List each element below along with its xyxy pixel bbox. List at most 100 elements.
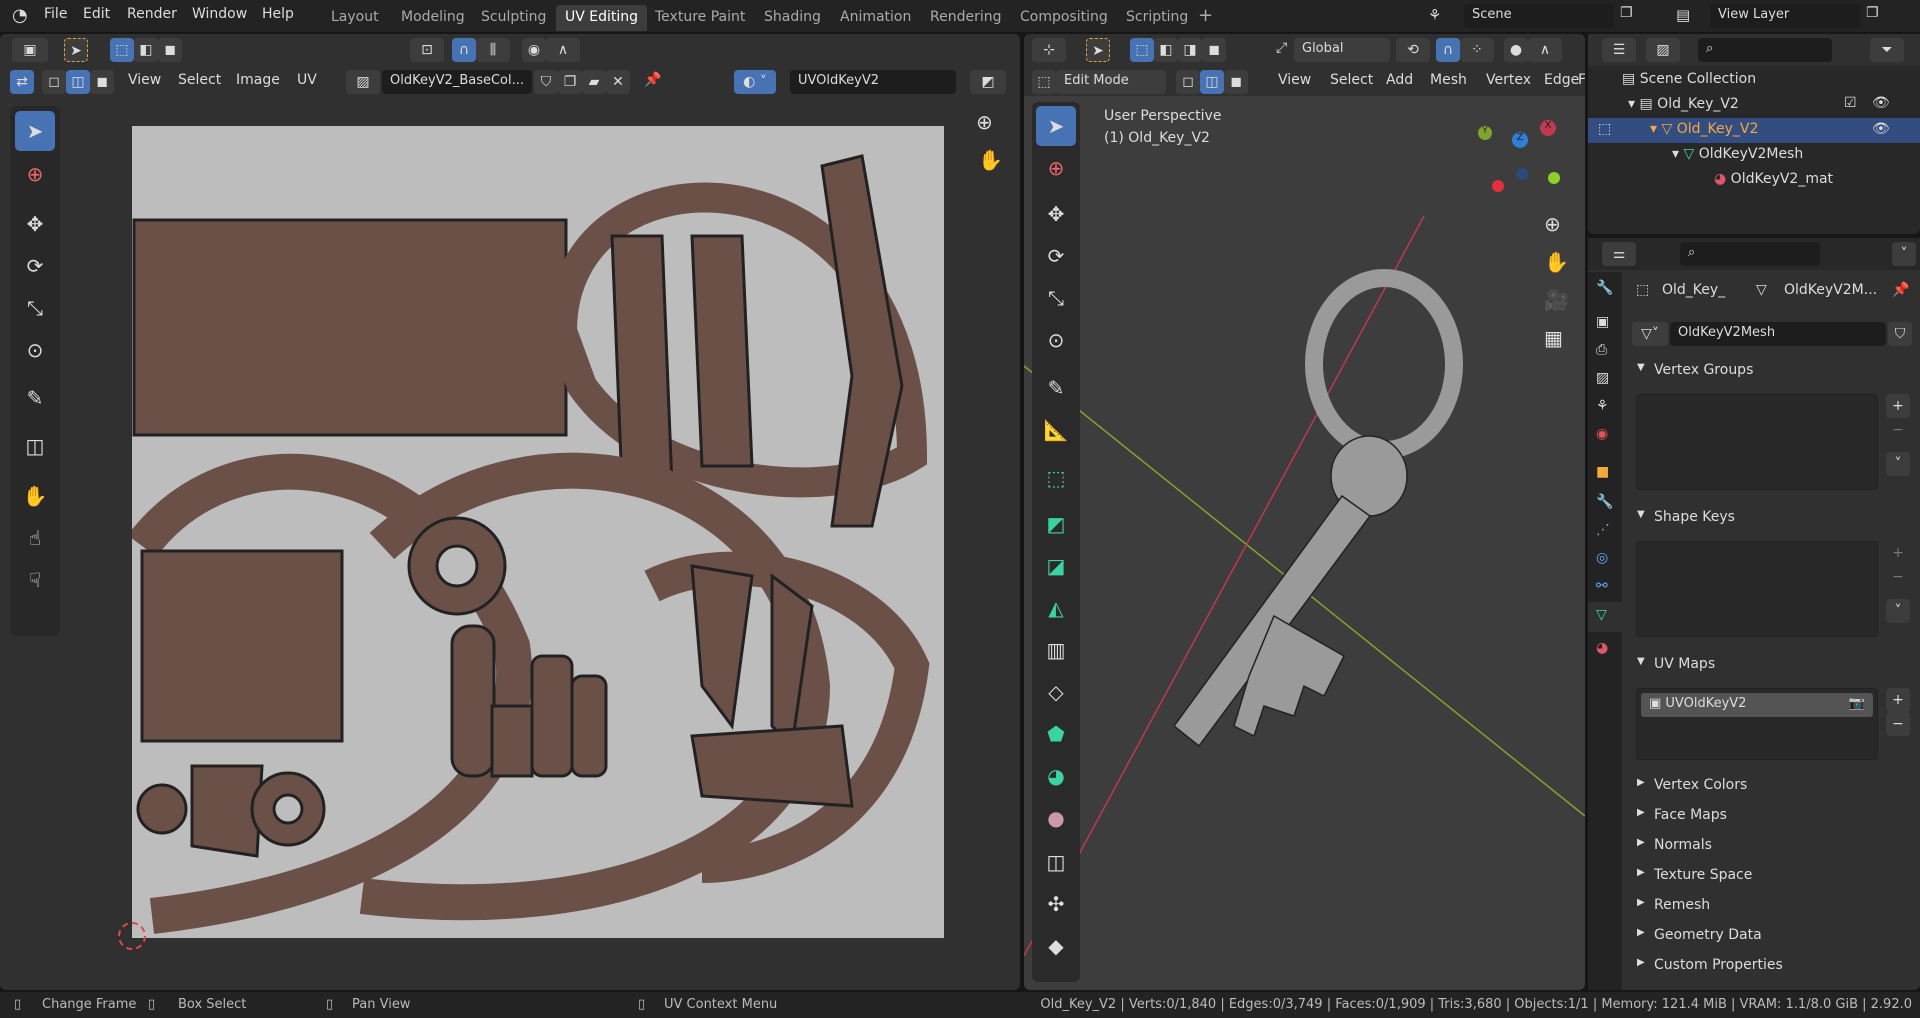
gizmo-neg-z-icon[interactable]	[1516, 168, 1528, 180]
add-vertex-group-button[interactable]: +	[1886, 394, 1910, 418]
add-workspace-button[interactable]: +	[1198, 5, 1213, 26]
shape-key-specials-button[interactable]: ˅	[1886, 599, 1910, 623]
panel-remesh[interactable]: ▶ Remesh	[1628, 891, 1920, 921]
menu-view[interactable]: View	[1278, 72, 1311, 88]
rip-tool-icon[interactable]: ◆	[1036, 926, 1076, 966]
scale-tool-icon[interactable]: ⤡	[15, 288, 55, 328]
mesh-name-field[interactable]: OldKeyV2Mesh	[1670, 322, 1886, 346]
select-box-tool-icon[interactable]: ➤	[15, 111, 55, 151]
remove-shape-key-button[interactable]: −	[1886, 565, 1910, 589]
transform-tool-icon[interactable]: ⊙	[15, 330, 55, 370]
editor-type-icon[interactable]: ⊹	[1032, 38, 1066, 62]
menu-window[interactable]: Window	[192, 6, 247, 22]
snap-icon[interactable]: ∩	[452, 38, 476, 62]
proportional-edit-icon[interactable]: ◉	[522, 38, 546, 62]
menu-uv[interactable]: UV	[297, 72, 317, 88]
knife-tool-icon[interactable]: ◇	[1036, 672, 1076, 712]
rotate-tool-icon[interactable]: ⟳	[15, 246, 55, 286]
view-layer-tab-icon[interactable]: ▨	[1596, 370, 1609, 386]
bevel-tool-icon[interactable]: ◭	[1036, 588, 1076, 628]
menu-vertex[interactable]: Vertex	[1486, 72, 1531, 88]
cursor-tool-icon[interactable]: ⊕	[15, 154, 55, 194]
constraints-tab-icon[interactable]: ⚯	[1596, 578, 1608, 594]
snap-target-icon[interactable]: ⫼	[476, 38, 510, 62]
add-cube-tool-icon[interactable]: ⬚	[1036, 458, 1076, 498]
falloff-icon[interactable]: ∧	[546, 38, 580, 62]
loop-cut-tool-icon[interactable]: ▥	[1036, 630, 1076, 670]
tab-compositing[interactable]: Compositing	[1011, 5, 1117, 31]
visibility-eye-icon[interactable]: 👁	[1872, 121, 1890, 137]
menu-image[interactable]: Image	[236, 72, 280, 88]
smooth-tool-icon[interactable]: ●	[1036, 798, 1076, 838]
editor-type-icon[interactable]: ▣	[12, 38, 48, 62]
select-box-tool-icon[interactable]: ➤	[1036, 106, 1076, 146]
view-layer-selector[interactable]: View Layer	[1710, 4, 1860, 28]
gizmo-x-icon[interactable]: X	[1540, 120, 1556, 136]
uv-map-field[interactable]: UVOldKeyV2	[790, 70, 956, 94]
vertex-select-icon[interactable]: ◻	[1176, 70, 1200, 94]
mesh-browse-icon[interactable]: ▽˅	[1632, 322, 1668, 346]
fake-user-icon[interactable]: ⛉	[1888, 322, 1912, 346]
panel-texture-space[interactable]: ▶ Texture Space	[1628, 861, 1920, 891]
uv-vertex-mode-icon[interactable]: ◻	[42, 70, 66, 94]
editor-type-icon[interactable]: ⚌	[1602, 242, 1636, 266]
material-tab-icon[interactable]: ◕	[1596, 640, 1608, 656]
menu-face[interactable]: F	[1578, 72, 1585, 88]
expand-arrow-icon[interactable]: ▾	[1672, 146, 1683, 162]
outliner-item-collection[interactable]: ▾ ▤ Old_Key_V2 ☑ 👁	[1628, 93, 1920, 118]
remove-vertex-group-button[interactable]: −	[1886, 418, 1910, 442]
uv-edge-mode-icon[interactable]: ◫	[66, 70, 90, 94]
pinch-tool-icon[interactable]: ☟	[15, 560, 55, 600]
edit-mode-icon[interactable]: ⬚	[1598, 121, 1611, 137]
image-browse-icon[interactable]: ▨	[346, 70, 380, 94]
tool-tab-icon[interactable]: 🔧	[1596, 280, 1613, 296]
menu-select[interactable]: Select	[178, 72, 221, 88]
rip-tool-icon[interactable]: ◫	[15, 426, 55, 466]
pivot-point-icon[interactable]: ⟲	[1396, 38, 1430, 62]
open-image-icon[interactable]: ▰	[582, 70, 606, 94]
spin-tool-icon[interactable]: ◕	[1036, 756, 1076, 796]
cursor-tool-icon[interactable]: ⊕	[1036, 148, 1076, 188]
panel-uv-maps[interactable]: ▼ UV Maps	[1628, 650, 1920, 680]
render-tab-icon[interactable]: ▣	[1596, 314, 1609, 330]
modifier-tab-icon[interactable]: 🔧	[1596, 494, 1613, 510]
edge-select-icon[interactable]: ◫	[1200, 70, 1224, 94]
exclude-checkbox[interactable]: ☑	[1844, 95, 1857, 111]
panel-custom-properties[interactable]: ▶ Custom Properties	[1628, 951, 1920, 981]
panel-vertex-groups[interactable]: ▼ Vertex Groups	[1628, 356, 1920, 386]
output-tab-icon[interactable]: ⎙	[1596, 342, 1607, 358]
physics-tab-icon[interactable]: ◎	[1596, 550, 1608, 566]
scene-icon[interactable]: ⚘	[1428, 6, 1441, 24]
outliner-item-scene-collection[interactable]: ▤ Scene Collection	[1622, 68, 1920, 93]
uv-maps-list[interactable]: ▣ UVOldKeyV2 📷	[1636, 688, 1878, 760]
relax-tool-icon[interactable]: ☝	[15, 518, 55, 558]
select-mode-edge-icon[interactable]: ◧	[134, 38, 158, 62]
blender-logo-icon[interactable]: ◔	[12, 5, 28, 26]
display-channels-icon[interactable]: ◩	[970, 70, 1006, 94]
tab-rendering[interactable]: Rendering	[921, 5, 1011, 31]
tab-sculpting[interactable]: Sculpting	[472, 5, 555, 31]
tab-modeling[interactable]: Modeling	[392, 5, 474, 31]
vertex-groups-list[interactable]	[1636, 394, 1878, 490]
view-layer-icon[interactable]: ▤	[1676, 6, 1690, 24]
perspective-toggle-icon[interactable]: ▦	[1544, 326, 1563, 350]
menu-add[interactable]: Add	[1386, 72, 1413, 88]
pan-view-icon[interactable]: ✋	[1544, 250, 1569, 274]
world-tab-icon[interactable]: ◉	[1596, 426, 1608, 442]
panel-vertex-colors[interactable]: ▶ Vertex Colors	[1628, 771, 1920, 801]
snap-icon[interactable]: ∩	[1436, 38, 1460, 62]
menu-edit[interactable]: Edit	[83, 6, 110, 22]
zoom-view-icon[interactable]: ⊕	[1544, 212, 1561, 236]
snap-target-icon[interactable]: ⁘	[1460, 38, 1494, 62]
pan-view-icon[interactable]: ✋	[978, 148, 1003, 172]
falloff-icon[interactable]: ∧	[1528, 38, 1562, 62]
menu-render[interactable]: Render	[127, 6, 177, 22]
pin-icon[interactable]: 📌	[644, 72, 661, 88]
mode-dropdown[interactable]: Edit Mode	[1056, 70, 1166, 94]
gizmo-z-icon[interactable]: Z	[1512, 132, 1528, 148]
filter-icon[interactable]: ⏷	[1870, 38, 1904, 62]
select-mode-face-icon[interactable]: ◼	[158, 38, 182, 62]
outliner-item-material[interactable]: ◕ OldKeyV2_mat	[1714, 168, 1920, 193]
move-tool-icon[interactable]: ✥	[1036, 194, 1076, 234]
extrude-tool-icon[interactable]: ◩	[1036, 504, 1076, 544]
